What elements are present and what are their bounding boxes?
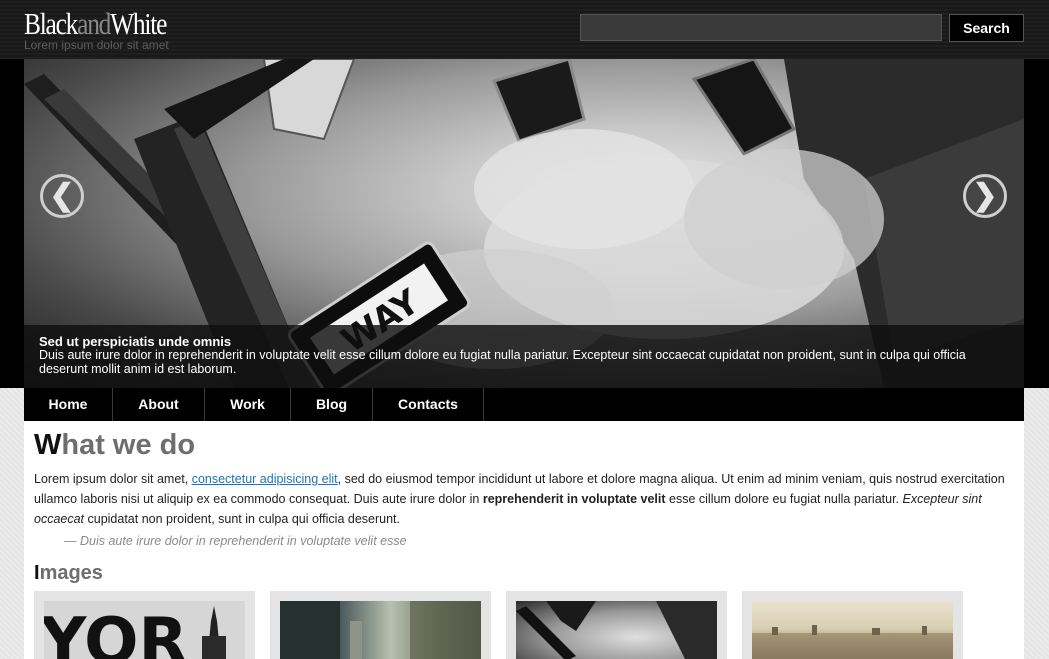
site-logo[interactable]: BlackandWhite Lorem ipsum dolor sit amet (24, 6, 197, 53)
svg-text:YOR: YOR (44, 605, 188, 659)
nav-home[interactable]: Home (24, 388, 113, 421)
nav-blog[interactable]: Blog (291, 388, 373, 421)
slider-next-button[interactable]: ❯ (963, 174, 1007, 218)
caption-text: Duis aute irure dolor in reprehenderit i… (39, 348, 966, 376)
gallery-thumb[interactable] (506, 591, 727, 659)
gallery-thumb[interactable] (270, 591, 491, 659)
thumb-image (752, 601, 953, 659)
intro-paragraph: Lorem ipsum dolor sit amet, consectetur … (34, 472, 1005, 526)
images-heading: Images (34, 562, 103, 584)
thumb-image (516, 601, 717, 659)
search-input[interactable] (580, 14, 942, 41)
nav-contacts[interactable]: Contacts (373, 388, 484, 421)
blockquote: — Duis aute irure dolor in reprehenderit… (64, 534, 407, 548)
slide-caption: Sed ut perspiciatis unde omnis Duis aute… (24, 325, 1024, 388)
nav-about[interactable]: About (113, 388, 205, 421)
main-nav: Home About Work Blog Contacts (24, 388, 1024, 421)
thumb-image: YOR (44, 601, 245, 659)
slider-prev-button[interactable]: ❮ (40, 174, 84, 218)
search-button[interactable]: Search (949, 14, 1024, 42)
gallery-thumb[interactable]: YOR (34, 591, 255, 659)
main-content: What we do Lorem ipsum dolor sit amet, c… (24, 421, 1024, 659)
inline-link[interactable]: consectetur adipisicing elit (192, 472, 338, 486)
caption-title: Sed ut perspiciatis unde omnis (39, 334, 232, 349)
logo-wordmark: BlackandWhite (24, 6, 167, 41)
top-bar: BlackandWhite Lorem ipsum dolor sit amet… (0, 0, 1049, 59)
gallery-thumb[interactable] (742, 591, 963, 659)
page-title: What we do (34, 429, 196, 461)
image-slider: WAY ❮ ❯ Sed ut perspiciatis unde omnis D… (24, 59, 1024, 388)
thumb-image (280, 601, 481, 659)
nav-work[interactable]: Work (205, 388, 291, 421)
